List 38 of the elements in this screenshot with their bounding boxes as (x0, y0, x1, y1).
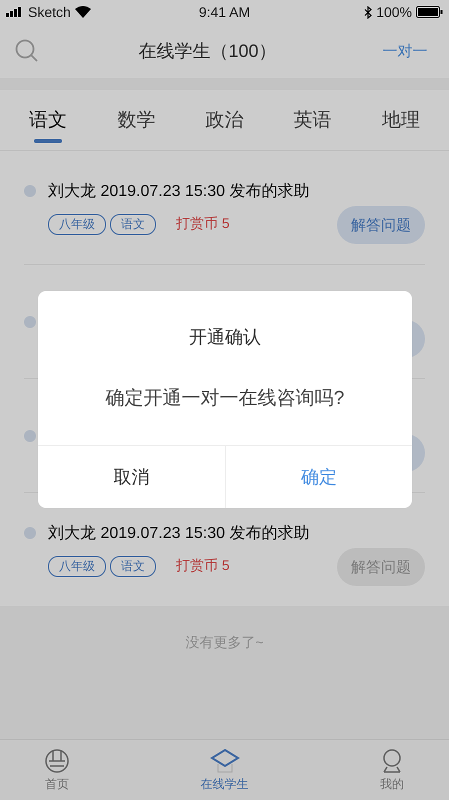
status-dot (24, 527, 36, 539)
building-icon (44, 748, 70, 774)
status-dot (24, 430, 36, 442)
search-icon[interactable] (14, 38, 40, 64)
dialog-title: 开通确认 (189, 326, 261, 349)
battery-percent: 100% (376, 4, 412, 20)
clock-time: 9:41 AM (198, 4, 250, 20)
battery-icon (416, 6, 443, 18)
subject-tab[interactable]: 英语 (268, 90, 357, 150)
tag: 八年级 (48, 214, 106, 234)
carrier-name: Sketch (28, 4, 71, 20)
dialog-button[interactable]: 取消 (38, 446, 224, 508)
bluetooth-icon (364, 6, 372, 18)
answer-button[interactable]: 解答问题 (337, 206, 425, 244)
signal-icon (6, 7, 24, 17)
reward-text: 打赏币 5 (176, 557, 230, 575)
reward-text: 打赏币 5 (176, 215, 230, 233)
status-dot (24, 185, 36, 197)
subject-tab[interactable]: 地理 (356, 90, 446, 150)
tag: 语文 (110, 556, 156, 576)
dialog-button[interactable]: 确定 (224, 446, 412, 508)
one-on-one-link[interactable]: 一对一 (374, 42, 435, 60)
tag: 八年级 (48, 556, 106, 576)
tag: 语文 (110, 214, 156, 234)
dialog-message: 确定开通一对一在线咨询吗? (106, 387, 344, 411)
wifi-icon (74, 6, 91, 18)
post-title: 刘大龙 2019.07.23 15:30 发布的求助 (48, 182, 310, 202)
status-dot (24, 316, 36, 328)
bottom-tab[interactable]: 我的 (357, 740, 427, 800)
page-title: 在线学生（100） (138, 40, 277, 63)
list-end-text: 没有更多了~ (185, 634, 264, 652)
post-title: 刘大龙 2019.07.23 15:30 发布的求助 (48, 524, 310, 544)
diamond-icon (210, 748, 240, 774)
subject-tab[interactable]: 数学 (92, 90, 180, 150)
subject-tab[interactable]: 语文 (4, 90, 92, 150)
bottom-tab[interactable]: 在线学生 (190, 740, 260, 800)
bottom-tab[interactable]: 首页 (22, 740, 92, 800)
subject-tab[interactable]: 政治 (180, 90, 269, 150)
